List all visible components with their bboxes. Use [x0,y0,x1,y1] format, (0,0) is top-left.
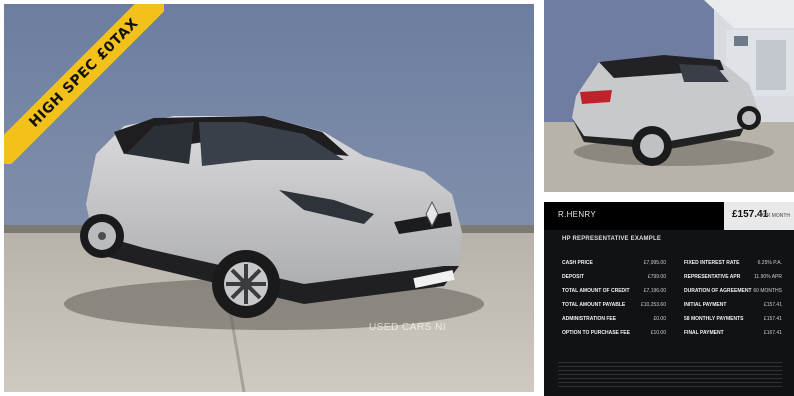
finance-header: R.HENRY £157.41 PER MONTH [544,202,794,230]
row-label: FIXED INTEREST RATE [684,260,740,266]
finance-row: OPTION TO PURCHASE FEE £10.00 FINAL PAYM… [562,330,786,344]
row-value: £799.00 [647,274,666,280]
finance-title: HP REPRESENTATIVE EXAMPLE [562,236,662,242]
rear-car-image [544,0,794,192]
finance-panel: R.HENRY £157.41 PER MONTH HP REPRESENTAT… [544,202,794,396]
dealer-logo: R.HENRY [558,210,596,219]
row-label: DEPOSIT [562,274,584,280]
monthly-price-box: £157.41 PER MONTH [724,202,794,230]
finance-row: DEPOSIT £799.00 REPRESENTATIVE APR 11.90… [562,274,786,288]
row-value: £10,253.60 [640,302,666,308]
row-label: FINAL PAYMENT [684,330,724,336]
row-label: CASH PRICE [562,260,593,266]
watermark-text: USED CARS NI [369,322,447,333]
row-label: DURATION OF AGREEMENT [684,288,752,294]
row-label: REPRESENTATIVE APR [684,274,741,280]
row-value: 11.90% APR [754,274,782,280]
finance-row: ADMINISTRATION FEE £0.00 58 MONTHLY PAYM… [562,316,786,330]
per-month-label: PER MONTH [760,213,790,219]
row-label: OPTION TO PURCHASE FEE [562,330,630,336]
disclaimer-fine-print [558,362,782,388]
row-value: 60 MONTHS [753,288,782,294]
row-label: TOTAL AMOUNT PAYABLE [562,302,626,308]
row-value: £0.00 [653,316,666,322]
row-value: £7,196.00 [643,288,666,294]
row-label: 58 MONTHLY PAYMENTS [684,316,744,322]
row-value: £157.41 [763,302,782,308]
row-value: £157.41 [763,316,782,322]
finance-row: TOTAL AMOUNT OF CREDIT £7,196.00 DURATIO… [562,288,786,302]
badge-text: HIGH SPEC £0TAX [4,4,164,164]
row-value: £167.41 [763,330,782,336]
finance-row: TOTAL AMOUNT PAYABLE £10,253.60 INITIAL … [562,302,786,316]
finance-row: CASH PRICE £7,995.00 FIXED INTEREST RATE… [562,260,786,274]
row-label: TOTAL AMOUNT OF CREDIT [562,288,630,294]
high-spec-badge: HIGH SPEC £0TAX [4,4,164,164]
row-label: INITIAL PAYMENT [684,302,727,308]
row-label: ADMINISTRATION FEE [562,316,617,322]
finance-rows: CASH PRICE £7,995.00 FIXED INTEREST RATE… [562,260,786,344]
row-value: 6.25% P.A. [757,260,782,266]
rear-car-thumbnail[interactable] [544,0,794,192]
row-value: £10.00 [650,330,666,336]
main-car-photo[interactable]: HIGH SPEC £0TAX USED CARS NI [4,4,534,392]
row-value: £7,995.00 [643,260,666,266]
